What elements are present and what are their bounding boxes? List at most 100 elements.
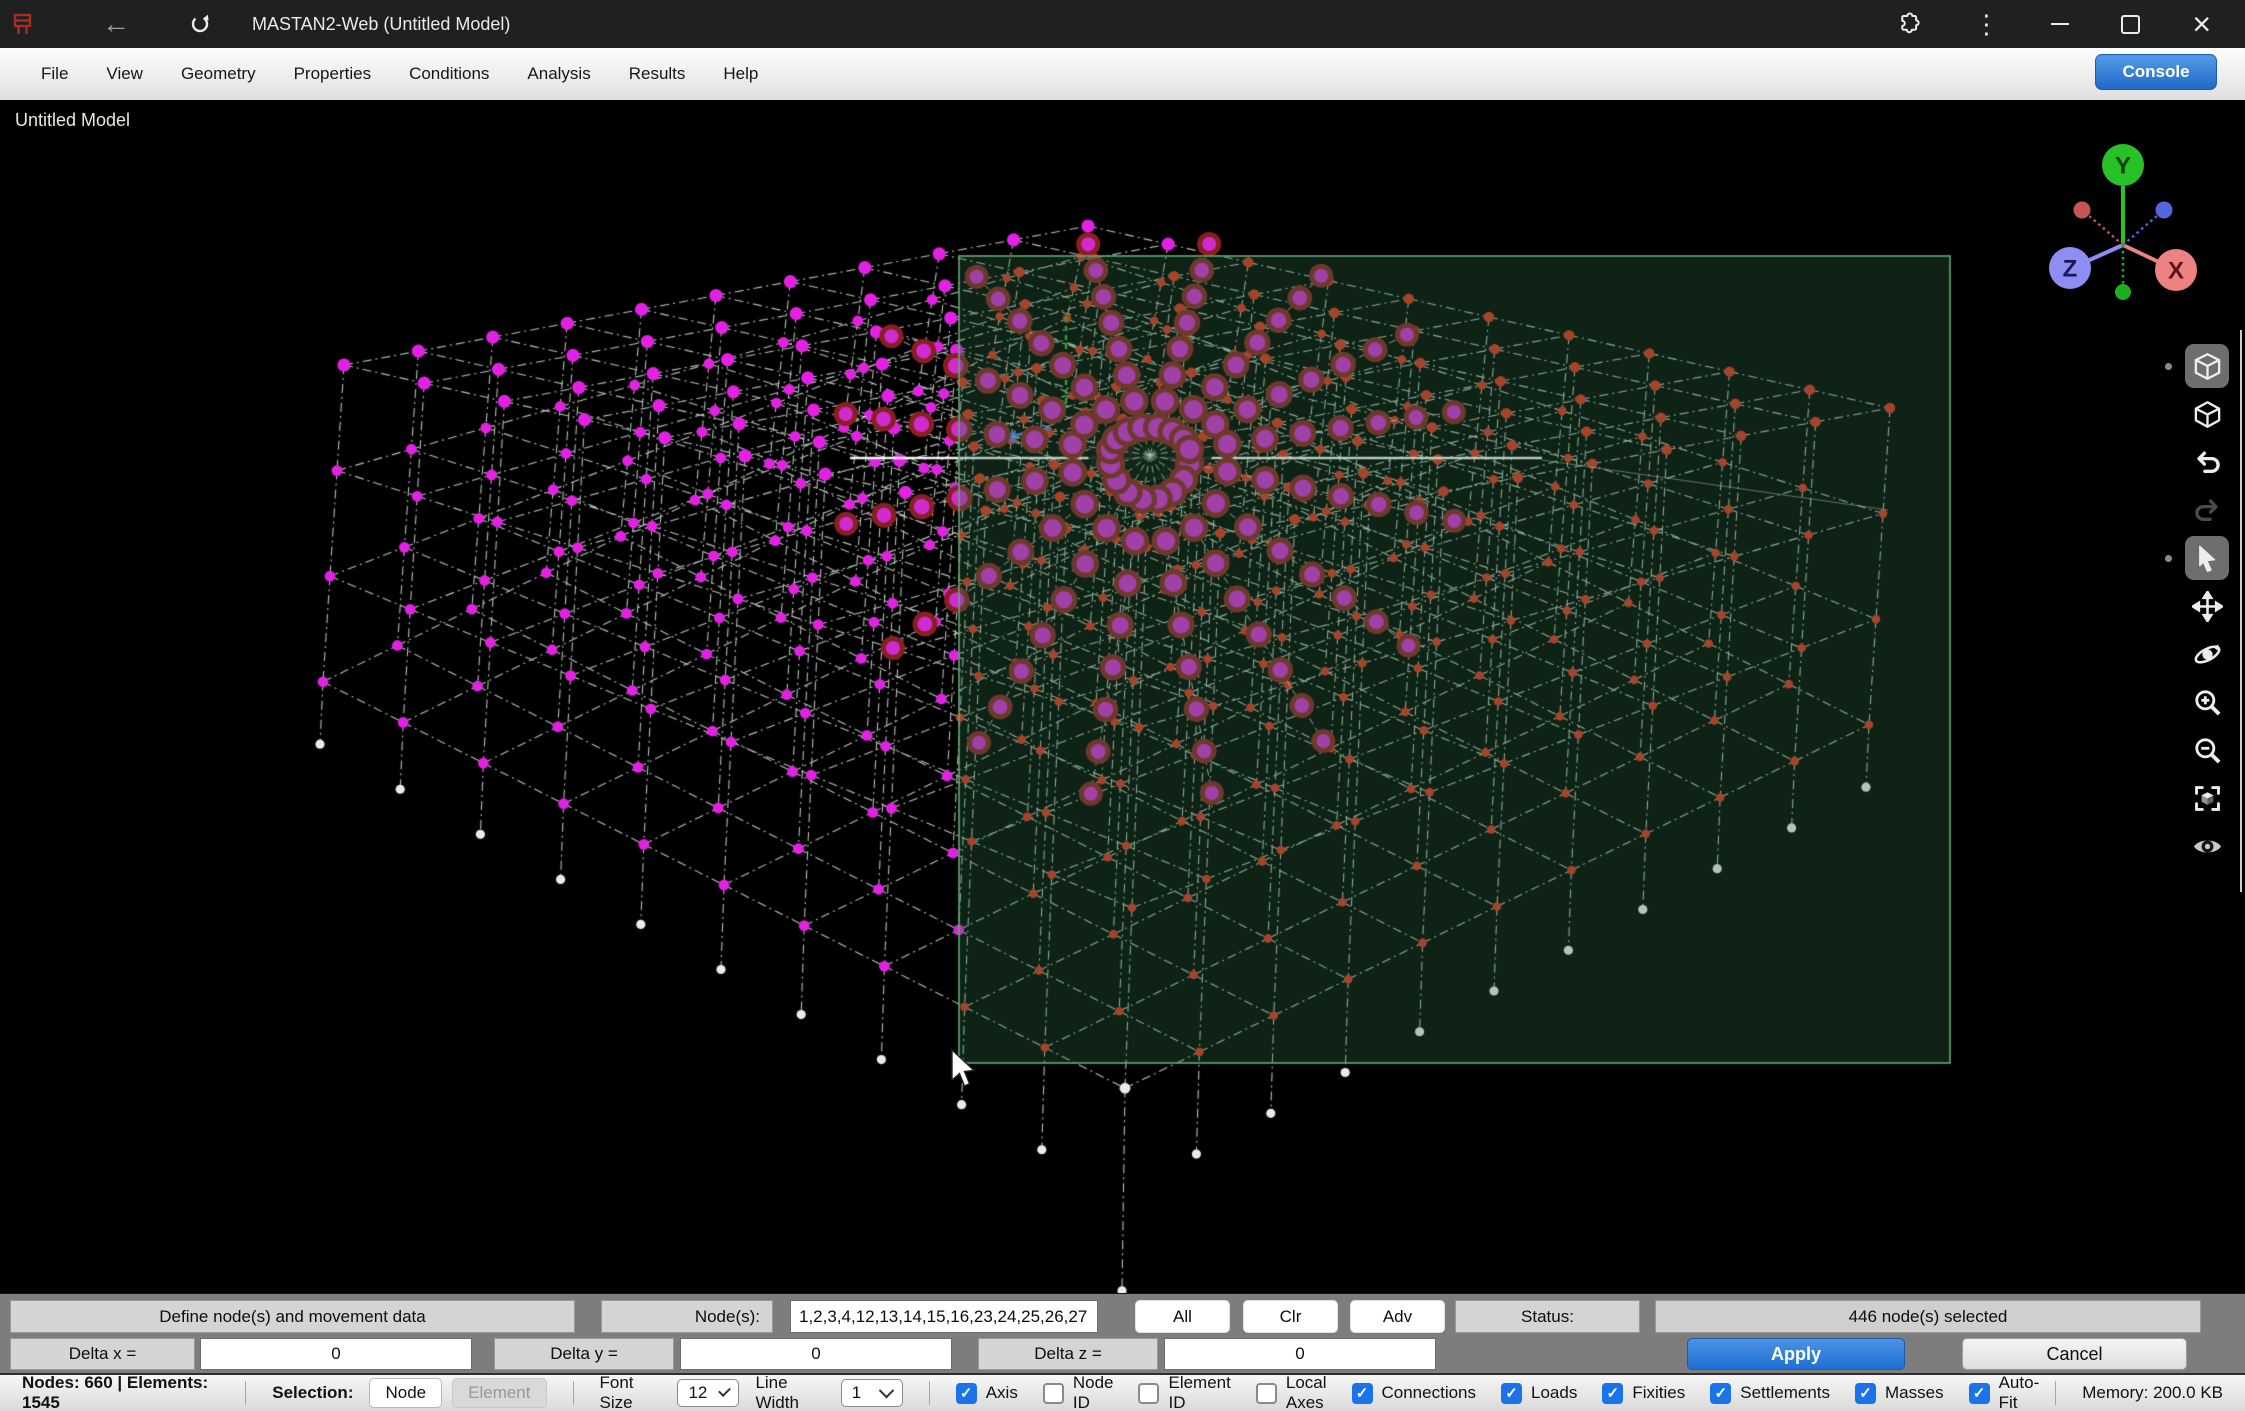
close-button[interactable]: × bbox=[2192, 8, 2211, 40]
move-icon bbox=[2192, 591, 2223, 622]
checkbox-checked-icon[interactable]: ✓ bbox=[1855, 1383, 1876, 1404]
toggle-node-id[interactable]: Node ID bbox=[1043, 1373, 1114, 1411]
line-width-label: Line Width bbox=[755, 1373, 824, 1411]
selection-mode-element[interactable]: Element bbox=[452, 1378, 546, 1408]
nodes-input[interactable] bbox=[790, 1300, 1098, 1333]
delta-z-label: Delta z = bbox=[978, 1338, 1158, 1370]
delta-x-label: Delta x = bbox=[10, 1338, 195, 1370]
menu-results[interactable]: Results bbox=[610, 64, 705, 84]
gizmo-x-axis[interactable]: X bbox=[2155, 249, 2197, 291]
svg-text:X: X bbox=[2168, 257, 2184, 284]
gizmo-neg-x-ball[interactable] bbox=[2074, 202, 2091, 219]
active-tool-dot bbox=[2165, 555, 2172, 562]
model-counts: Nodes: 660 | Elements: 1545 bbox=[22, 1373, 219, 1411]
visibility-button[interactable] bbox=[2157, 822, 2241, 870]
toggle-masses[interactable]: ✓ Masses bbox=[1855, 1383, 1944, 1404]
menu-geometry[interactable]: Geometry bbox=[162, 64, 275, 84]
apply-button[interactable]: Apply bbox=[1687, 1338, 1905, 1370]
clear-selection-button[interactable]: Clr bbox=[1243, 1300, 1338, 1333]
delta-x-input[interactable] bbox=[200, 1338, 472, 1370]
view-cube-top-button[interactable] bbox=[2157, 342, 2241, 390]
menu-file[interactable]: File bbox=[22, 64, 87, 84]
pointer-icon bbox=[2192, 543, 2223, 574]
cancel-button[interactable]: Cancel bbox=[1962, 1338, 2187, 1370]
menu-conditions[interactable]: Conditions bbox=[390, 64, 508, 84]
toggle-label: Axis bbox=[986, 1383, 1018, 1403]
pan-button[interactable] bbox=[2157, 582, 2241, 630]
menu-analysis[interactable]: Analysis bbox=[508, 64, 609, 84]
toggle-connections[interactable]: ✓Connections bbox=[1352, 1383, 1477, 1404]
checkbox-unchecked-icon[interactable] bbox=[1138, 1383, 1159, 1404]
checkbox-checked-icon[interactable]: ✓ bbox=[1969, 1383, 1990, 1404]
delta-y-input[interactable] bbox=[680, 1338, 952, 1370]
redo-button[interactable] bbox=[2157, 486, 2241, 534]
toggle-label: Element ID bbox=[1168, 1373, 1230, 1411]
toggle-settlements[interactable]: ✓ Settlements bbox=[1710, 1383, 1830, 1404]
advanced-select-button[interactable]: Adv bbox=[1350, 1300, 1445, 1333]
checkbox-unchecked-icon[interactable] bbox=[1043, 1383, 1064, 1404]
font-size-select[interactable]: 12 bbox=[677, 1379, 739, 1407]
checkbox-checked-icon[interactable]: ✓ bbox=[956, 1383, 977, 1404]
delta-z-input[interactable] bbox=[1164, 1338, 1436, 1370]
view-cube-button[interactable] bbox=[2157, 390, 2241, 438]
gizmo-neg-z-ball[interactable] bbox=[2156, 202, 2173, 219]
font-size-value: 12 bbox=[688, 1383, 707, 1403]
selection-mode-node[interactable]: Node bbox=[369, 1378, 442, 1408]
orbit-button[interactable] bbox=[2157, 630, 2241, 678]
scene-canvas[interactable] bbox=[0, 100, 2245, 1293]
menu-properties[interactable]: Properties bbox=[275, 64, 390, 84]
nodes-label: Node(s): bbox=[601, 1300, 773, 1333]
chevron-down-icon bbox=[719, 1384, 732, 1397]
toggle-label: Auto-Fit bbox=[1999, 1373, 2040, 1411]
cube-top-icon bbox=[2192, 351, 2223, 382]
back-button[interactable]: ← bbox=[102, 10, 130, 38]
model-name-label: Untitled Model bbox=[15, 110, 130, 131]
display-toggles: ✓ Axis Node ID Element ID Local Axes ✓Connect… bbox=[956, 1373, 2040, 1411]
zoom-fit-button[interactable] bbox=[2157, 774, 2241, 822]
memory-indicator: Memory: 200.0 KB bbox=[2082, 1383, 2223, 1403]
checkbox-checked-icon[interactable]: ✓ bbox=[1352, 1383, 1373, 1404]
gizmo-neg-y-ball[interactable] bbox=[2115, 284, 2131, 300]
checkbox-unchecked-icon[interactable] bbox=[1256, 1383, 1277, 1404]
toggle-fixities[interactable]: ✓Fixities bbox=[1602, 1383, 1685, 1404]
viewport-scrollbar[interactable] bbox=[2240, 330, 2242, 892]
zoom-out-button[interactable] bbox=[2157, 726, 2241, 774]
checkbox-checked-icon[interactable]: ✓ bbox=[1501, 1383, 1522, 1404]
toggle-element-id[interactable]: Element ID bbox=[1138, 1373, 1230, 1411]
app-favicon-icon bbox=[10, 11, 36, 37]
toggle-axis[interactable]: ✓ Axis bbox=[956, 1383, 1018, 1404]
svg-text:Z: Z bbox=[2063, 255, 2078, 282]
gizmo-y-axis[interactable]: Y bbox=[2102, 144, 2144, 186]
toggle-auto-fit[interactable]: ✓ Auto-Fit bbox=[1969, 1373, 2040, 1411]
zoom-in-button[interactable] bbox=[2157, 678, 2241, 726]
toggle-label: Loads bbox=[1531, 1383, 1577, 1403]
minimize-button[interactable] bbox=[2051, 23, 2069, 25]
gizmo-z-axis[interactable]: Z bbox=[2049, 247, 2091, 289]
menu-view[interactable]: View bbox=[87, 64, 162, 84]
orbit-icon bbox=[2192, 639, 2223, 670]
viewport-3d[interactable]: Untitled Model Y Z X bbox=[0, 100, 2245, 1293]
toggle-label: Masses bbox=[1885, 1383, 1944, 1403]
select-pointer-button[interactable] bbox=[2157, 534, 2241, 582]
panel-title: Define node(s) and movement data bbox=[10, 1300, 575, 1333]
checkbox-checked-icon[interactable]: ✓ bbox=[1710, 1383, 1731, 1404]
toggle-loads[interactable]: ✓ Loads bbox=[1501, 1383, 1577, 1404]
console-button[interactable]: Console bbox=[2095, 54, 2217, 90]
divider bbox=[573, 1381, 574, 1405]
toggle-local-axes[interactable]: Local Axes bbox=[1256, 1373, 1327, 1411]
checkbox-checked-icon[interactable]: ✓ bbox=[1602, 1383, 1623, 1404]
selection-label: Selection: bbox=[272, 1383, 353, 1403]
menu-help[interactable]: Help bbox=[704, 64, 777, 84]
toggle-label: Settlements bbox=[1740, 1383, 1830, 1403]
select-all-button[interactable]: All bbox=[1135, 1300, 1230, 1333]
svg-text:Y: Y bbox=[2115, 152, 2131, 179]
reload-button[interactable] bbox=[188, 12, 212, 36]
divider bbox=[929, 1381, 930, 1405]
browser-menu-icon[interactable]: ⋮ bbox=[1973, 11, 1999, 37]
divider bbox=[2055, 1381, 2056, 1405]
orientation-gizmo[interactable]: Y Z X bbox=[2030, 140, 2220, 320]
maximize-button[interactable] bbox=[2121, 15, 2140, 34]
undo-button[interactable] bbox=[2157, 438, 2241, 486]
line-width-select[interactable]: 1 bbox=[841, 1379, 903, 1407]
extensions-icon[interactable] bbox=[1895, 11, 1921, 37]
